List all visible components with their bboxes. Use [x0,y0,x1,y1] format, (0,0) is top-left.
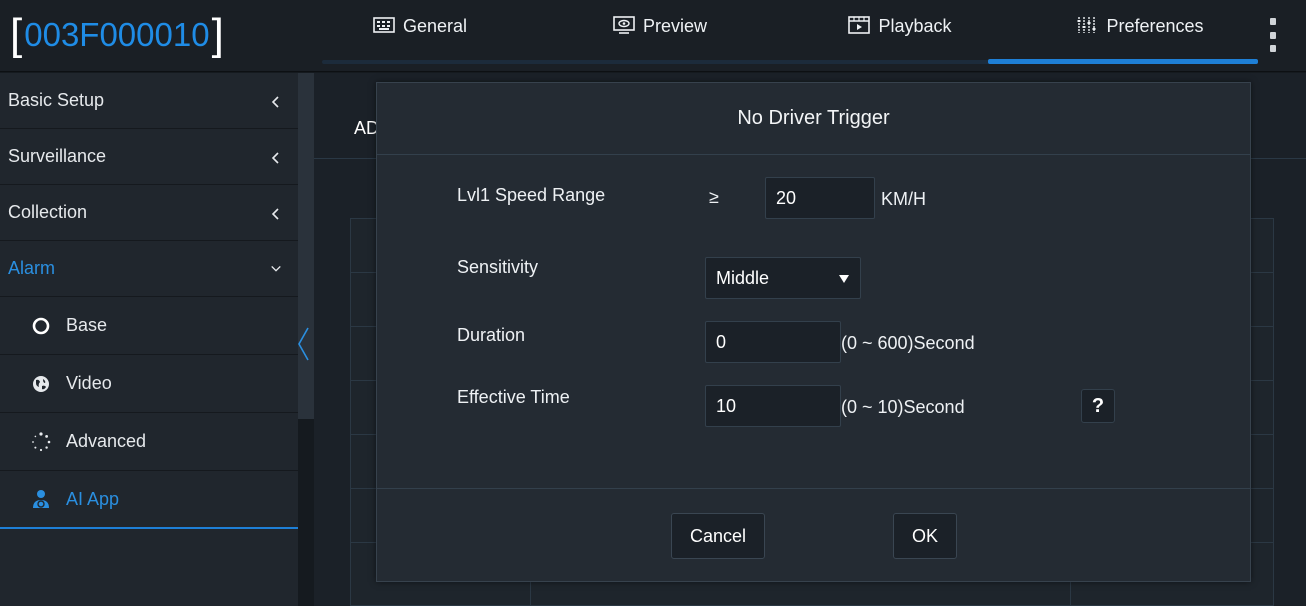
sensitivity-value: Middle [716,267,770,288]
device-id-text: 003F000010 [24,16,210,53]
tab-general[interactable]: General [300,0,540,64]
more-menu-icon[interactable] [1266,18,1280,52]
bracket-right: ] [211,10,224,59]
tab-playback[interactable]: Playback [780,0,1020,64]
effective-time-input[interactable]: 10 [705,385,841,427]
sidebar-subitem-label: Advanced [66,431,147,451]
sidebar: Basic Setup Surveillance Collection Alar… [0,73,298,606]
sidebar-item-label: Alarm [8,258,56,278]
speed-input[interactable]: 20 [765,177,875,219]
tab-preferences[interactable]: Preferences [1020,0,1260,64]
dialog-title: No Driver Trigger [377,83,1250,155]
duration-label: Duration [457,325,526,345]
collapse-sidebar-icon[interactable] [296,326,312,362]
chevron-left-icon [270,95,282,108]
top-bar: [003F000010] General Preview Playback Pr… [0,0,1306,72]
circle-icon [30,315,52,337]
sidebar-item-label: Surveillance [8,146,107,166]
sidebar-subitem-label: AI App [66,488,120,509]
effective-time-label: Effective Time [457,387,570,407]
ok-button[interactable]: OK [893,513,957,559]
caret-down-icon [838,268,850,289]
cancel-button[interactable]: Cancel [671,513,765,559]
sidebar-item-label: Collection [8,202,88,222]
tab-preview[interactable]: Preview [540,0,780,64]
device-id: [003F000010] [10,2,224,68]
main-tabs: General Preview Playback Preferences [300,0,1260,72]
sidebar-subitem-base[interactable]: Base [0,297,298,355]
duration-range: (0 ~ 600)Second [841,333,975,353]
bracket-left: [ [10,10,23,59]
keyboard-icon [373,16,395,34]
sidebar-item-collection[interactable]: Collection [0,185,298,241]
speed-unit: KM/H [881,189,926,209]
spinner-dots-icon [30,431,52,453]
sliders-icon [1076,16,1098,34]
sidebar-subitem-ai-app[interactable]: AI App [0,471,298,529]
tab-preview-label: Preview [642,16,708,36]
tab-preferences-label: Preferences [1106,16,1204,36]
sidebar-subitem-label: Video [66,373,112,393]
speed-range-label: Lvl1 Speed Range [457,185,606,205]
sidebar-subitem-video[interactable]: Video [0,355,298,413]
sidebar-item-surveillance[interactable]: Surveillance [0,129,298,185]
film-play-icon [848,16,871,34]
chevron-left-icon [270,207,282,220]
sidebar-item-alarm[interactable]: Alarm [0,241,298,297]
dialog-footer-divider [377,488,1250,489]
globe-icon [30,373,52,395]
sidebar-item-label: Basic Setup [8,90,105,110]
sidebar-subitem-label: Base [66,315,108,335]
duration-input[interactable]: 0 [705,321,841,363]
tab-general-label: General [402,16,468,36]
sensitivity-label: Sensitivity [457,257,539,277]
no-driver-trigger-dialog: No Driver Trigger Lvl1 Speed Range ≥ 20 … [376,82,1251,582]
sidebar-scrollbar[interactable] [298,73,314,419]
chevron-left-icon [270,151,282,164]
effective-time-range: (0 ~ 10)Second [841,397,965,417]
help-button[interactable]: ? [1081,389,1115,423]
monitor-eye-icon [613,16,635,34]
speed-operator: ≥ [709,187,719,207]
chevron-down-icon [270,263,282,275]
sidebar-subitem-advanced[interactable]: Advanced [0,413,298,471]
sensitivity-select[interactable]: Middle [705,257,861,299]
sidebar-item-basic-setup[interactable]: Basic Setup [0,73,298,129]
driver-icon [30,488,52,510]
tab-playback-label: Playback [878,16,952,36]
